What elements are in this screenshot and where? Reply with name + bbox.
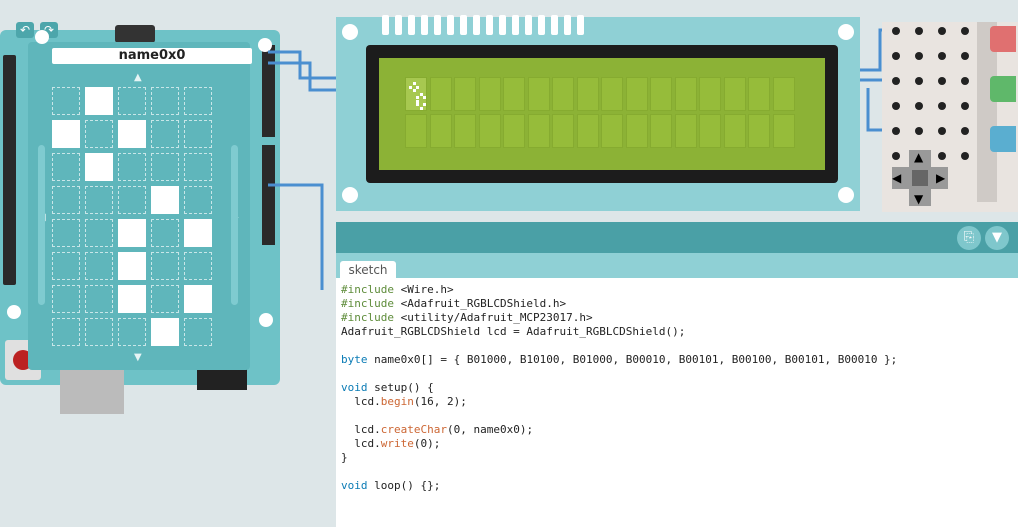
lcd-char-cell [650, 114, 672, 148]
breadboard-hole [892, 27, 900, 35]
wire [268, 50, 338, 80]
dpad-center-button[interactable] [912, 170, 928, 186]
breadboard-hole [961, 152, 969, 160]
lcd-char-cell [576, 114, 599, 148]
breadboard-hole [938, 127, 946, 135]
breadboard-hole [961, 27, 969, 35]
breadboard-hole [915, 77, 923, 85]
breadboard-hole [938, 27, 946, 35]
breadboard-hole [892, 102, 900, 110]
lcd-char-cell [699, 77, 721, 111]
lcd-pin [538, 15, 545, 35]
lcd-pixel [423, 96, 426, 99]
lcd-pin [382, 15, 389, 35]
tab-bar [336, 253, 1018, 278]
lcd-char-cell [601, 114, 623, 148]
lcd-char-cell [429, 114, 452, 148]
lcd-pin [447, 15, 454, 35]
lcd-pin [473, 15, 480, 35]
lcd-char-cell [772, 114, 795, 148]
breadboard-hole [915, 127, 923, 135]
mount-hole [342, 24, 358, 40]
breadboard-hole [938, 102, 946, 110]
lcd-char-cell [503, 77, 525, 111]
dpad-up-icon[interactable]: ▲ [914, 150, 923, 164]
lcd-pin [577, 15, 584, 35]
lcd-pixel [423, 103, 426, 106]
lcd-char-cell [478, 114, 501, 148]
lcd-pin [512, 15, 519, 35]
lcd-char-cell [674, 77, 697, 111]
breadboard-hole [892, 77, 900, 85]
lcd-char-cell [454, 114, 476, 148]
lcd-pin [551, 15, 558, 35]
mount-hole [838, 187, 854, 203]
lcd-char-cell [429, 77, 452, 111]
lcd-pin [499, 15, 506, 35]
lcd-char-cell [772, 77, 795, 111]
led-red[interactable] [990, 26, 1016, 52]
dpad-right-icon[interactable]: ▶ [936, 171, 945, 185]
breadboard-hole [938, 77, 946, 85]
lcd-pin [395, 15, 402, 35]
lcd-char-cell [527, 114, 550, 148]
lcd-pin [434, 15, 441, 35]
breadboard-hole [915, 27, 923, 35]
lcd-pixel [419, 106, 423, 110]
lcd-pin [525, 15, 532, 35]
lcd-char-cell [552, 114, 574, 148]
lcd-char-cell [625, 77, 648, 111]
mount-hole [342, 187, 358, 203]
lcd-char-cell [748, 77, 770, 111]
lcd-char-cell [552, 77, 574, 111]
tab-sketch[interactable]: sketch [340, 261, 396, 279]
lcd-char-cell [478, 77, 501, 111]
lcd-pin [408, 15, 415, 35]
lcd-char-cell [699, 114, 721, 148]
breadboard-hole [915, 102, 923, 110]
lcd-char-cell [527, 77, 550, 111]
lcd-screen [379, 58, 825, 170]
lcd-char-cell [601, 77, 623, 111]
dpad: ▲ ▼ ◀ ▶ [892, 150, 948, 206]
breadboard-hole [892, 52, 900, 60]
lcd-char-cell [625, 114, 648, 148]
breadboard-hole [915, 52, 923, 60]
breadboard-hole [961, 102, 969, 110]
lcd-char-cell [405, 77, 427, 111]
lcd-char-cell [723, 114, 746, 148]
dpad-left-icon[interactable]: ◀ [892, 171, 901, 185]
lcd-pixel [412, 89, 416, 92]
lcd-char-cell [576, 77, 599, 111]
lcd-char-cell [503, 114, 525, 148]
lcd-char-cell [454, 77, 476, 111]
lcd-char-cell [723, 77, 746, 111]
led-green[interactable] [990, 76, 1016, 102]
lcd-char-cell [650, 77, 672, 111]
lcd-char-cell [748, 114, 770, 148]
collapse-icon[interactable]: ▼ [985, 226, 1009, 250]
wire [268, 183, 324, 290]
lcd-pin [564, 15, 571, 35]
mount-hole [838, 24, 854, 40]
breadboard-hole [961, 77, 969, 85]
dpad-down-icon[interactable]: ▼ [914, 192, 923, 206]
lcd-char-cell [674, 114, 697, 148]
lcd-pin [486, 15, 493, 35]
breadboard-hole [961, 52, 969, 60]
lcd-pin-header [382, 15, 584, 37]
lcd-pin [460, 15, 467, 35]
lcd-pixel [416, 85, 419, 89]
code-editor[interactable]: #include <Wire.h> #include <Adafruit_RGB… [336, 278, 1018, 527]
breadboard-hole [961, 127, 969, 135]
led-blue[interactable] [990, 126, 1016, 152]
code-text[interactable]: #include <Wire.h> #include <Adafruit_RGB… [336, 278, 1018, 493]
clipboard-icon[interactable]: ⎘ [957, 226, 981, 250]
breadboard-hole [938, 52, 946, 60]
breadboard-hole [892, 127, 900, 135]
lcd-char-cell [405, 114, 427, 148]
code-panel-header [336, 222, 1018, 253]
lcd-pin [421, 15, 428, 35]
